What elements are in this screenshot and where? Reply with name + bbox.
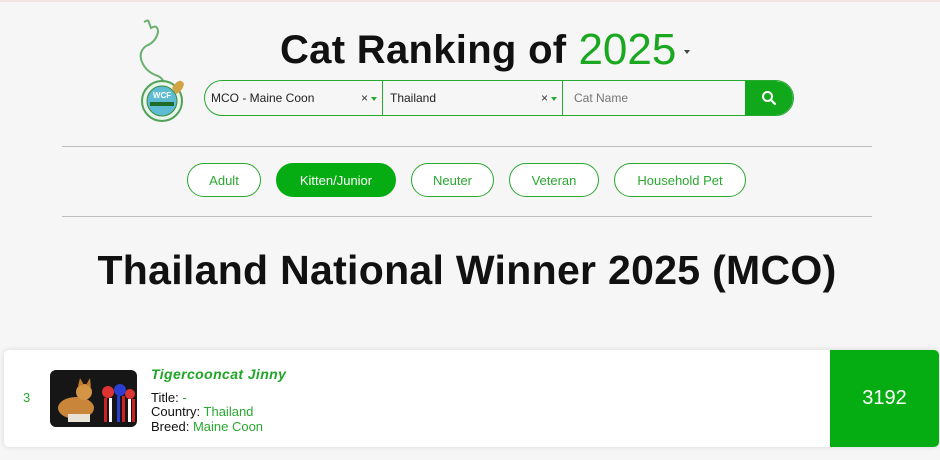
category-tabs: Adult Kitten/Junior Neuter Veteran House… xyxy=(0,163,940,199)
search-bar: MCO - Maine Coon × Thailand × xyxy=(204,80,794,116)
rank-number: 3 xyxy=(23,390,31,405)
top-border xyxy=(0,0,940,2)
chevron-down-icon[interactable] xyxy=(371,97,377,101)
breed-value: Maine Coon xyxy=(192,419,264,434)
cat-photo-image xyxy=(50,370,137,427)
chevron-down-icon xyxy=(684,50,691,54)
tab-household-pet[interactable]: Household Pet xyxy=(614,163,746,197)
svg-text:WCF: WCF xyxy=(153,91,171,100)
search-button[interactable] xyxy=(745,81,793,115)
wcf-logo-icon: WCF xyxy=(139,19,184,122)
tab-kitten-junior[interactable]: Kitten/Junior xyxy=(276,163,396,197)
cat-name-link[interactable]: Tigercooncat Jinny xyxy=(151,366,286,382)
ranking-card[interactable]: 3 Tigercooncat Jinny Title: - Country: T… xyxy=(4,350,939,447)
breed-select[interactable]: MCO - Maine Coon × xyxy=(205,81,383,115)
country-value: Thailand xyxy=(203,404,254,419)
title-label: Title: xyxy=(151,390,179,405)
country-label: Country: xyxy=(151,404,201,419)
wcf-logo[interactable]: WCF xyxy=(136,18,194,124)
clear-country-icon[interactable]: × xyxy=(541,91,548,105)
divider xyxy=(62,146,872,147)
country-row: Country: Thailand xyxy=(151,404,253,419)
clear-breed-icon[interactable]: × xyxy=(361,91,368,105)
title-text: Cat Ranking of xyxy=(280,27,567,72)
year-dropdown[interactable]: 2025 xyxy=(578,25,691,75)
section-heading: Thailand National Winner 2025 (MCO) xyxy=(97,247,837,293)
tab-veteran[interactable]: Veteran xyxy=(509,163,599,197)
divider xyxy=(62,216,872,217)
tab-neuter[interactable]: Neuter xyxy=(411,163,494,197)
title-value: - xyxy=(182,390,187,405)
breed-label: Breed: xyxy=(151,419,190,434)
search-icon xyxy=(762,91,777,106)
page-title: Cat Ranking of 2025 xyxy=(280,24,691,76)
title-row: Title: - xyxy=(151,390,187,405)
country-select[interactable]: Thailand × xyxy=(383,81,563,115)
chevron-down-icon[interactable] xyxy=(551,97,557,101)
cat-name-input[interactable] xyxy=(563,81,745,115)
year-value: 2025 xyxy=(578,25,677,74)
country-select-value: Thailand xyxy=(390,91,437,105)
tab-adult[interactable]: Adult xyxy=(187,163,261,197)
breed-row: Breed: Maine Coon xyxy=(151,419,263,434)
cat-photo[interactable] xyxy=(50,370,137,427)
score-badge: 3192 xyxy=(830,350,939,447)
breed-select-value: MCO - Maine Coon xyxy=(211,91,315,105)
